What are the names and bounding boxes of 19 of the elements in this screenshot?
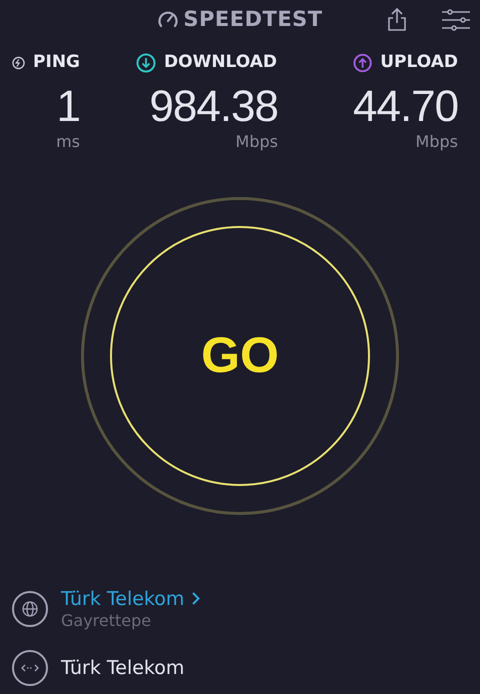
metric-label: UPLOAD	[380, 51, 458, 74]
metric-label: DOWNLOAD	[164, 51, 278, 74]
metric-value: 1	[56, 82, 80, 132]
metric-unit: Mbps	[234, 132, 278, 152]
server-location: Gayrettepe	[61, 610, 152, 630]
metric-value: 984.38	[148, 82, 278, 132]
globe-icon	[11, 590, 49, 628]
metric-label: PING	[33, 51, 80, 74]
metric-unit: Mbps	[414, 132, 458, 152]
settings-button[interactable]	[440, 8, 472, 32]
chevron-icon	[192, 592, 200, 605]
go-button[interactable]: GO	[110, 226, 370, 486]
provider-name: Türk Telekom	[61, 656, 184, 680]
metric-value: 44.70	[353, 82, 458, 132]
app-logo: SPEEDTEST	[183, 6, 323, 34]
connection-icon	[11, 648, 49, 686]
share-button[interactable]	[386, 6, 408, 32]
server-link[interactable]: Türk Telekom	[61, 586, 200, 610]
metric-unit: ms	[55, 132, 80, 152]
